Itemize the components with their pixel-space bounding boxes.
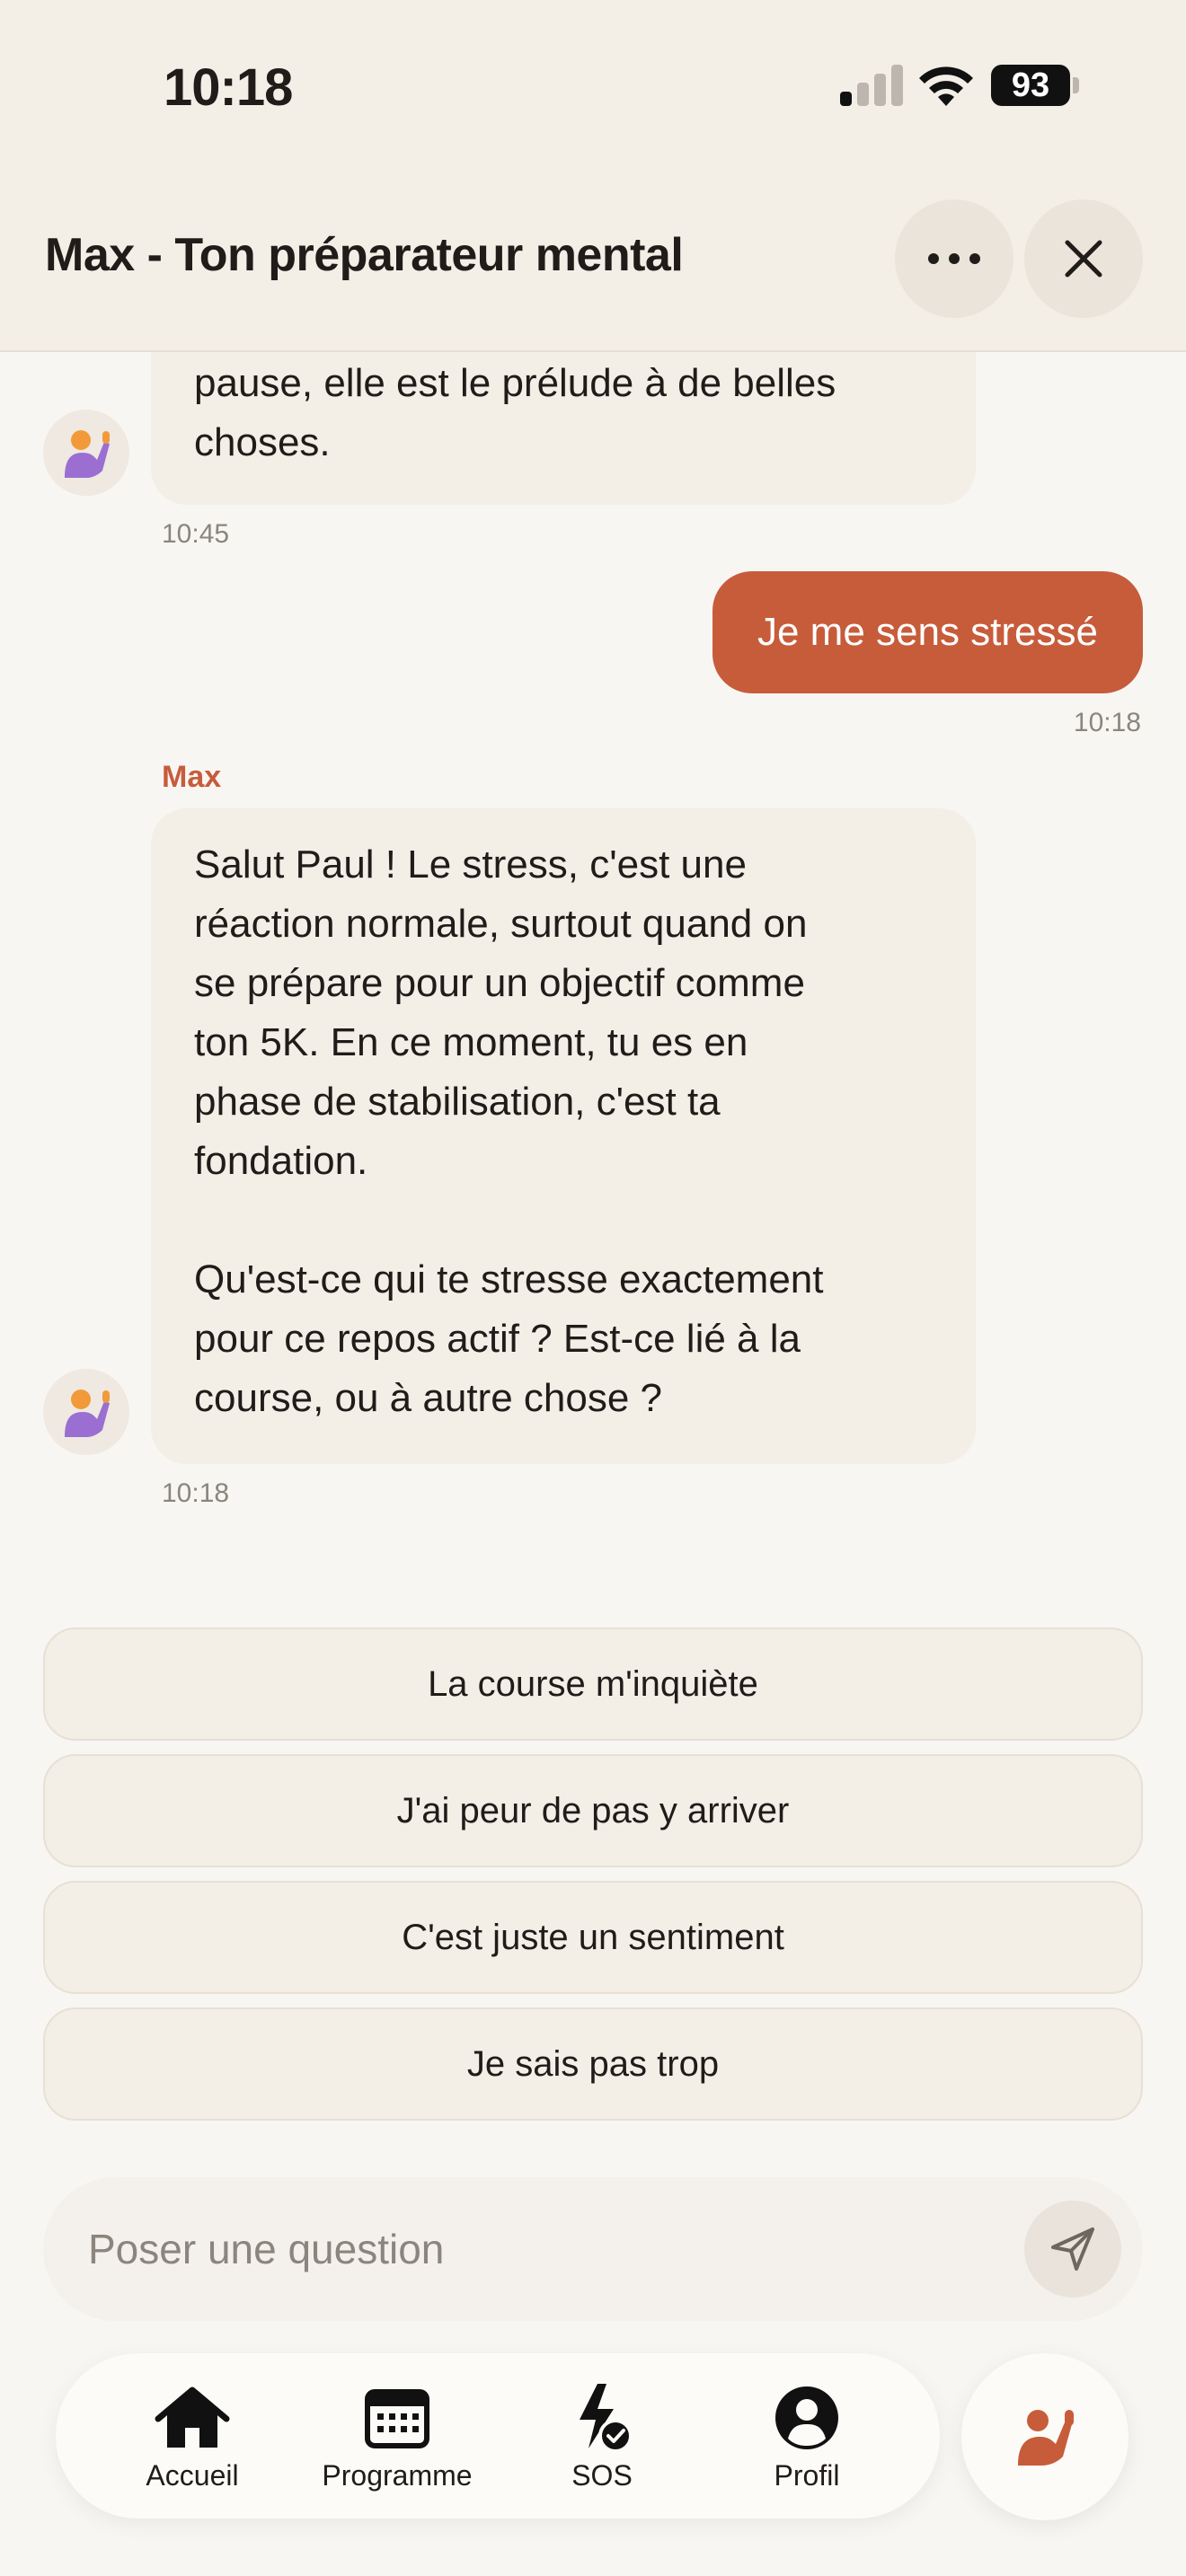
sender-name: Max xyxy=(162,760,222,794)
coach-avatar xyxy=(43,1369,129,1455)
tab-label: Accueil xyxy=(146,2459,239,2492)
message-composer xyxy=(43,2177,1143,2321)
message-timestamp: 10:18 xyxy=(162,1478,230,1508)
home-icon xyxy=(155,2386,230,2448)
user-message-bubble: Je me sens stressé xyxy=(712,571,1143,693)
close-icon xyxy=(1065,240,1102,278)
send-button[interactable] xyxy=(1024,2201,1121,2298)
chat-screen: 10:18 93 Max - Ton préparateur mental pa… xyxy=(0,0,1186,2576)
tab-programme[interactable]: Programme xyxy=(316,2382,478,2492)
page-title: Max - Ton préparateur mental xyxy=(45,229,684,281)
battery-tip xyxy=(1073,77,1079,93)
status-time: 10:18 xyxy=(164,58,293,117)
tab-sos[interactable]: SOS xyxy=(521,2382,683,2492)
quick-reply-button[interactable]: C'est juste un sentiment xyxy=(43,1881,1143,1994)
bot-message-bubble: Salut Paul ! Le stress, c'est une réacti… xyxy=(151,808,976,1464)
quick-reply-button[interactable]: J'ai peur de pas y arriver xyxy=(43,1754,1143,1867)
tab-accueil[interactable]: Accueil xyxy=(111,2382,273,2492)
sos-bolt-icon xyxy=(580,2384,633,2453)
cellular-signal-icon xyxy=(840,65,903,106)
more-options-button[interactable] xyxy=(895,199,1013,318)
tab-label: Programme xyxy=(322,2459,473,2492)
coach-avatar-icon xyxy=(65,1389,110,1437)
quick-reply-button[interactable]: Je sais pas trop xyxy=(43,2007,1143,2121)
tab-label: SOS xyxy=(571,2459,633,2492)
tab-label: Profil xyxy=(774,2459,840,2492)
bot-message-bubble: pause, elle est le prélude à de belles c… xyxy=(151,352,976,505)
close-button[interactable] xyxy=(1024,199,1143,318)
profile-icon xyxy=(775,2386,838,2449)
coach-avatar xyxy=(43,410,129,496)
header-bar: 10:18 93 Max - Ton préparateur mental xyxy=(0,0,1186,352)
coach-avatar-icon xyxy=(65,430,110,478)
coach-fab-button[interactable] xyxy=(961,2353,1128,2520)
coach-waving-icon xyxy=(1018,2410,1074,2466)
battery-indicator: 93 xyxy=(991,65,1070,106)
wifi-icon xyxy=(919,66,973,106)
tab-profil[interactable]: Profil xyxy=(726,2382,888,2492)
calendar-icon xyxy=(365,2389,429,2448)
send-icon xyxy=(1051,2228,1094,2271)
bottom-tab-bar: Accueil Programme SOS Profil xyxy=(56,2353,940,2519)
message-timestamp: 10:45 xyxy=(162,519,230,549)
quick-reply-button[interactable]: La course m'inquiète xyxy=(43,1628,1143,1741)
question-input[interactable] xyxy=(88,2177,987,2321)
ellipsis-icon xyxy=(928,253,980,264)
message-timestamp: 10:18 xyxy=(1073,708,1141,737)
